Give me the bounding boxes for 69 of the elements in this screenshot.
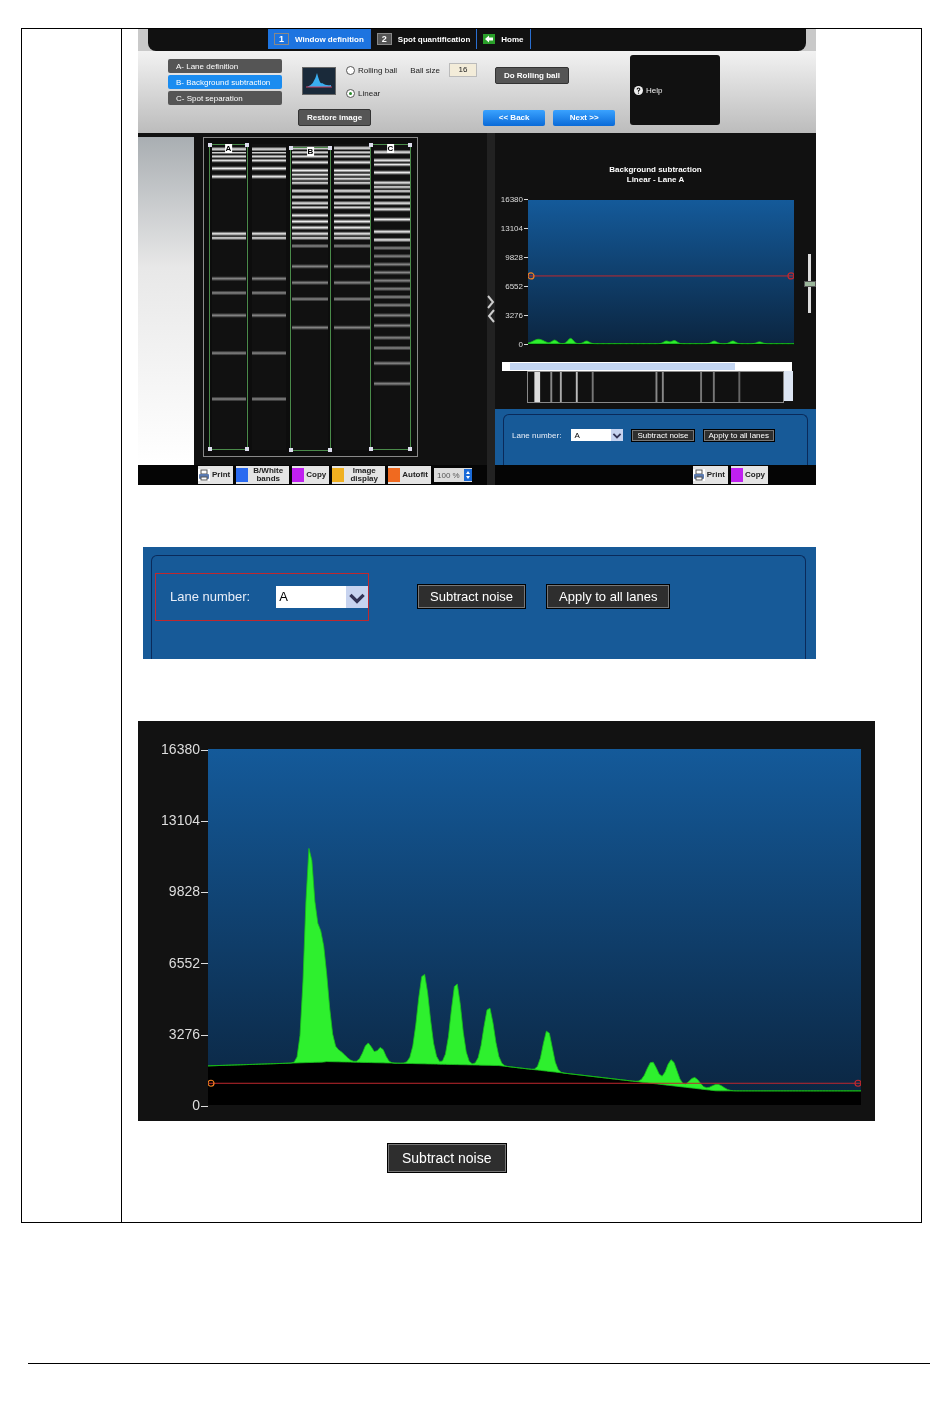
toolbar-button[interactable]: Copy xyxy=(731,466,768,484)
printer-icon xyxy=(198,469,210,481)
action-button[interactable]: Subtract noise xyxy=(417,584,527,609)
wizard-tab[interactable]: 1 Window definition xyxy=(268,29,371,49)
axis-tick-label: 3276 xyxy=(505,311,528,321)
lane-frame[interactable]: C xyxy=(370,144,411,450)
lane-select[interactable]: A xyxy=(276,585,368,608)
chevrons-icon[interactable] xyxy=(487,294,495,324)
axis-tick-label: 9828 xyxy=(168,883,208,900)
vertical-scrollbar[interactable] xyxy=(784,371,793,401)
color-square-icon xyxy=(388,468,401,482)
action-button[interactable]: Apply to all lanes xyxy=(702,428,775,442)
radio-label: Rolling ball xyxy=(358,65,398,75)
chart-subtitle: Linear - Lane A xyxy=(625,175,686,185)
slider-thumb[interactable] xyxy=(804,280,816,287)
toolbar-button[interactable]: B/White bands xyxy=(236,466,290,484)
color-square-icon xyxy=(292,468,305,482)
axis-tick-label: 16380 xyxy=(500,195,528,205)
action-button[interactable]: Apply to all lanes xyxy=(546,584,671,609)
color-square-icon xyxy=(332,468,345,482)
arrow-icon xyxy=(483,34,496,44)
back-button[interactable]: << Back xyxy=(483,109,546,126)
toolbar-button[interactable]: Print xyxy=(198,466,234,484)
toolbar-button[interactable]: Image display xyxy=(332,466,386,484)
radio-label: Linear xyxy=(358,89,381,98)
printer-icon xyxy=(692,469,705,481)
rolling-ball-button[interactable]: Do Rolling ball xyxy=(494,67,569,84)
field-label: Lane number: xyxy=(512,430,562,440)
zoom-field[interactable]: 100 % xyxy=(434,468,472,482)
step-button[interactable]: A- Lane definition xyxy=(168,59,282,73)
dropdown-caret-icon[interactable] xyxy=(611,429,624,441)
lane-label: C xyxy=(386,144,395,153)
splitter[interactable] xyxy=(487,133,495,485)
axis-tick-label: 6552 xyxy=(168,954,208,971)
axis-tick-label: 3276 xyxy=(168,1025,208,1042)
axis-tick-label: 9828 xyxy=(505,253,528,263)
horizontal-scrollbar[interactable] xyxy=(502,362,792,371)
step-button[interactable]: C- Spot separation xyxy=(168,91,282,105)
color-square-icon xyxy=(236,468,249,482)
radio-button[interactable] xyxy=(346,65,355,75)
lane-frame[interactable]: A xyxy=(209,144,248,450)
field-label: Lane number: xyxy=(170,589,251,604)
help-label: Help xyxy=(646,85,663,95)
next-button[interactable]: Next >> xyxy=(553,109,616,126)
spinner-icon[interactable] xyxy=(463,469,472,481)
help-icon[interactable] xyxy=(634,85,643,95)
toolbar-button[interactable]: Autofit xyxy=(388,466,431,484)
axis-tick-label: 16380 xyxy=(161,741,208,757)
color-square-icon xyxy=(731,468,743,482)
lane-select[interactable]: A xyxy=(571,429,624,441)
action-button[interactable]: Subtract noise xyxy=(631,428,695,442)
axis-tick-label: 13104 xyxy=(500,224,528,234)
lane-label: B xyxy=(306,147,315,156)
radio-button[interactable] xyxy=(346,89,355,98)
field-label: Ball size xyxy=(410,65,440,75)
restore-button[interactable]: Restore image xyxy=(298,109,372,126)
lane-frame[interactable]: B xyxy=(290,147,331,451)
axis-tick-label: 0 xyxy=(192,1096,208,1113)
dropdown-caret-icon[interactable] xyxy=(346,585,368,608)
profile-chart-icon xyxy=(302,67,336,95)
toolbar-button[interactable]: Copy xyxy=(292,466,330,484)
ball-size-field[interactable]: 16 xyxy=(448,63,477,77)
lane-label: A xyxy=(224,144,233,153)
subtract-noise-button[interactable]: Subtract noise xyxy=(387,1143,507,1173)
axis-tick-label: 6552 xyxy=(505,282,528,292)
chart-title: Background subtraction xyxy=(608,165,703,175)
axis-tick-label: 13104 xyxy=(161,812,208,829)
axis-tick-label: 0 xyxy=(518,340,528,350)
toolbar-button[interactable]: Print xyxy=(692,466,728,484)
